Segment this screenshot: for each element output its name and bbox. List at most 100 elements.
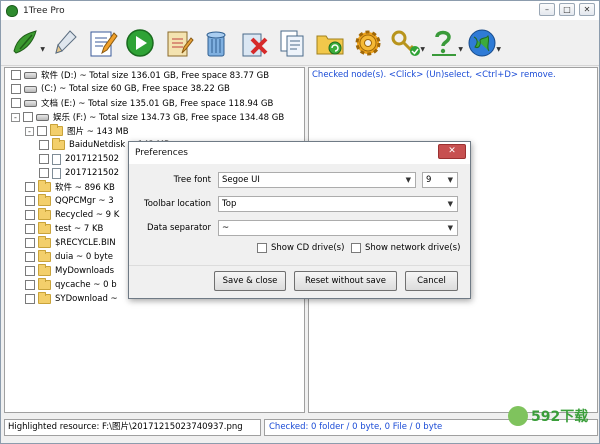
tree-checkbox[interactable] xyxy=(11,98,21,108)
toolbar-location-select[interactable]: Top ▼ xyxy=(218,196,458,212)
chevron-down-icon: ▼ xyxy=(447,200,453,208)
maximize-button[interactable]: □ xyxy=(559,3,575,16)
tree-checkbox[interactable] xyxy=(11,84,21,94)
tree-item-label: qycache ~ 0 b xyxy=(55,280,117,290)
run-button[interactable] xyxy=(121,23,159,63)
tree-checkbox[interactable] xyxy=(39,140,49,150)
tree-item-label: 2017121502 xyxy=(65,154,120,164)
minimize-button[interactable]: – xyxy=(539,3,555,16)
preferences-dialog: Preferences ✕ Tree font Segoe UI ▼ 9 ▼ T… xyxy=(128,141,471,299)
help-button[interactable]: ▼ xyxy=(425,23,463,63)
expander-toggle[interactable]: - xyxy=(11,112,20,122)
tree-checkbox[interactable] xyxy=(25,182,35,192)
chevron-down-icon: ▼ xyxy=(447,176,453,184)
save-close-button[interactable]: Save & close xyxy=(214,271,286,291)
tree-item[interactable]: test ~ 7 KB xyxy=(25,222,103,236)
tree-checkbox[interactable] xyxy=(25,252,35,262)
pencil-button[interactable] xyxy=(45,23,83,63)
tree-checkbox[interactable] xyxy=(25,210,35,220)
tree-item-label: 软件 ~ 896 KB xyxy=(55,183,115,193)
tree-checkbox[interactable] xyxy=(25,280,35,290)
folder-icon xyxy=(38,222,51,234)
tree-checkbox[interactable] xyxy=(25,266,35,276)
pencil-icon xyxy=(55,29,77,54)
data-separator-select[interactable]: ~ ▼ xyxy=(218,220,458,236)
folder-icon xyxy=(38,264,51,276)
tree-checkbox[interactable] xyxy=(37,126,47,136)
globe-icon xyxy=(468,29,496,56)
dialog-close-button[interactable]: ✕ xyxy=(438,144,466,159)
tree-item-label: duia ~ 0 byte xyxy=(55,252,113,262)
close-window-button[interactable]: ✕ xyxy=(579,3,595,16)
checkbox-box[interactable] xyxy=(351,243,361,253)
tree-item[interactable]: qycache ~ 0 b xyxy=(25,278,117,292)
web-button[interactable]: ▼ xyxy=(463,23,501,63)
show-cd-label: Show CD drive(s) xyxy=(271,243,345,253)
edit-button[interactable] xyxy=(83,23,121,63)
tree-item[interactable]: 软件 ~ 896 KB xyxy=(25,180,115,194)
expander-toggle[interactable]: - xyxy=(25,126,34,136)
chevron-down-icon: ▼ xyxy=(447,224,453,232)
tree-item[interactable]: 软件 (D:) ~ Total size 136.01 GB, Free spa… xyxy=(11,68,269,82)
tree-item[interactable]: Recycled ~ 9 K xyxy=(25,208,119,222)
show-cd-checkbox[interactable]: Show CD drive(s) xyxy=(257,243,344,253)
tree-checkbox[interactable] xyxy=(25,224,35,234)
trash-can-icon xyxy=(206,31,226,56)
copy-button[interactable] xyxy=(273,23,311,63)
clipboard-button[interactable] xyxy=(159,23,197,63)
register-button[interactable]: ▼ xyxy=(387,23,425,63)
tree-item[interactable]: $RECYCLE.BIN xyxy=(25,236,116,250)
window-title: 1Tree Pro xyxy=(23,5,65,16)
dialog-separator xyxy=(129,265,470,266)
watermark-icon xyxy=(508,406,528,426)
tree-font-label: Tree font xyxy=(173,175,211,185)
title-bar: 1Tree Pro – □ ✕ xyxy=(1,1,599,20)
tree-item[interactable]: 2017121502 xyxy=(39,166,119,180)
trash-button[interactable] xyxy=(197,23,235,63)
tree-item[interactable]: - 图片 ~ 143 MB xyxy=(25,124,129,138)
tree-checkbox[interactable] xyxy=(25,294,35,304)
tree-item[interactable]: 2017121502 xyxy=(39,152,119,166)
tree-item-label: 软件 (D:) ~ Total size 136.01 GB, Free spa… xyxy=(41,71,270,81)
folder-icon xyxy=(50,124,63,136)
refresh-tree-button[interactable]: ▼ xyxy=(7,23,45,63)
cancel-button[interactable]: Cancel xyxy=(405,271,458,291)
tree-item-label: Recycled ~ 9 K xyxy=(55,210,120,220)
copy-documents-icon xyxy=(280,30,304,56)
tree-item-label: 图片 ~ 143 MB xyxy=(67,127,129,137)
tree-item[interactable]: SYDownload ~ xyxy=(25,292,118,306)
file-icon xyxy=(52,153,61,165)
tree-item[interactable]: QQPCMgr ~ 3 xyxy=(25,194,114,208)
tree-item-label: 文档 (E:) ~ Total size 135.01 GB, Free spa… xyxy=(41,99,274,109)
watermark-logo: 592下载 xyxy=(508,406,588,426)
help-question-icon xyxy=(432,30,456,56)
settings-button[interactable] xyxy=(349,23,387,63)
show-network-checkbox[interactable]: Show network drive(s) xyxy=(351,243,460,253)
tree-checkbox[interactable] xyxy=(39,154,49,164)
folder-refresh-button[interactable] xyxy=(311,23,349,63)
tree-item-label: 2017121502 xyxy=(65,168,120,178)
tree-checkbox[interactable] xyxy=(39,168,49,178)
dialog-title-bar: Preferences ✕ xyxy=(129,142,470,164)
checkbox-box[interactable] xyxy=(257,243,267,253)
tree-item[interactable]: - 娱乐 (F:) ~ Total size 134.73 GB, Free sp… xyxy=(11,110,284,124)
tree-item-label: test ~ 7 KB xyxy=(55,224,104,234)
folder-icon xyxy=(38,278,51,290)
data-separator-value: ~ xyxy=(222,223,230,233)
font-size-value: 9 xyxy=(426,175,432,185)
tree-item[interactable]: MyDownloads xyxy=(25,264,114,278)
tree-checkbox[interactable] xyxy=(25,196,35,206)
tree-item-label: SYDownload ~ xyxy=(55,294,118,304)
tree-checkbox[interactable] xyxy=(23,112,33,122)
tree-checkbox[interactable] xyxy=(11,70,21,80)
font-size-select[interactable]: 9 ▼ xyxy=(422,172,458,188)
tree-item[interactable]: (C:) ~ Total size 60 GB, Free space 38.2… xyxy=(11,82,230,96)
tree-font-select[interactable]: Segoe UI ▼ xyxy=(218,172,416,188)
tree-checkbox[interactable] xyxy=(25,238,35,248)
tree-item[interactable]: 文档 (E:) ~ Total size 135.01 GB, Free spa… xyxy=(11,96,273,110)
tree-item[interactable]: duia ~ 0 byte xyxy=(25,250,113,264)
tree-refresh-icon xyxy=(13,29,37,54)
reset-without-save-button[interactable]: Reset without save xyxy=(294,271,397,291)
delete-button[interactable] xyxy=(235,23,273,63)
app-icon xyxy=(6,4,18,17)
